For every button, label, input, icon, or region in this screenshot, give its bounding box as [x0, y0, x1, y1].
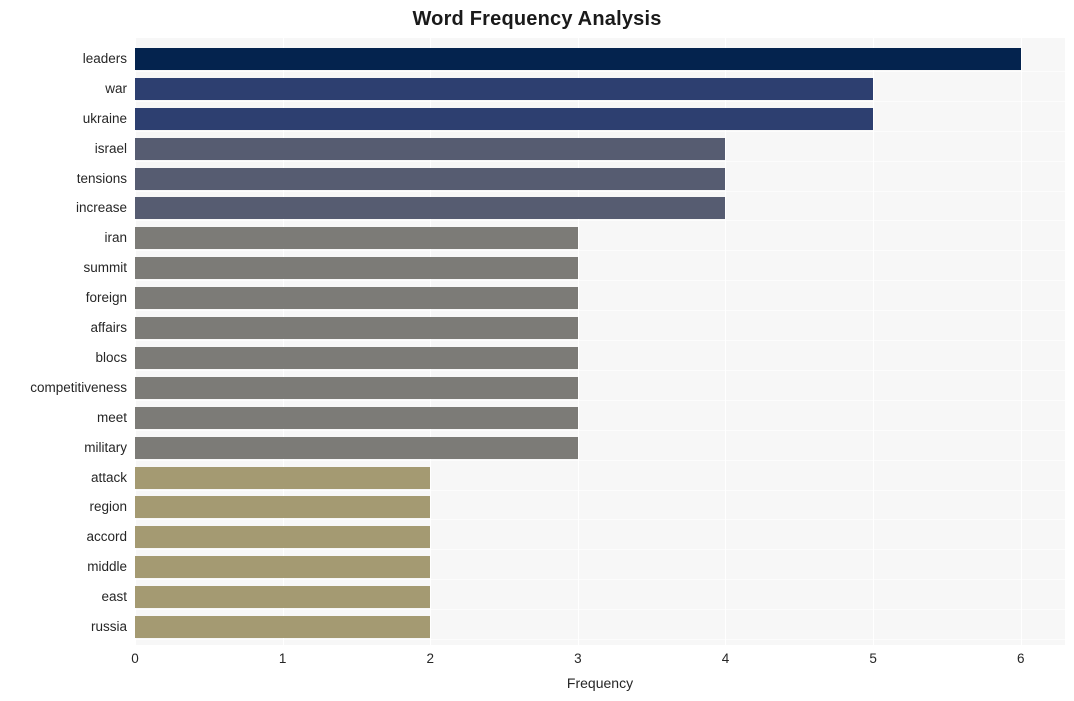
bar-leaders[interactable]	[135, 48, 1021, 70]
bar-russia[interactable]	[135, 616, 430, 638]
x-tick-label-6: 6	[1016, 651, 1025, 666]
y-tick-label-israel: israel	[94, 141, 127, 156]
chart-title: Word Frequency Analysis	[412, 8, 662, 30]
y-tick-label-military: military	[84, 440, 127, 455]
y-tick-label-attack: attack	[90, 470, 127, 485]
y-tick-label-war: war	[105, 81, 127, 96]
bar-war[interactable]	[135, 78, 873, 100]
y-tick-label-accord: accord	[86, 529, 127, 544]
bar-accord[interactable]	[135, 526, 430, 548]
bar-region[interactable]	[135, 496, 430, 518]
y-tick-label-competitiveness: competitiveness	[30, 380, 127, 395]
x-tick-label-1: 1	[278, 651, 287, 666]
bar-tensions[interactable]	[135, 168, 725, 190]
y-tick-label-increase: increase	[75, 200, 127, 215]
y-tick-label-middle: middle	[87, 559, 127, 574]
bar-foreign[interactable]	[135, 287, 578, 309]
bar-military[interactable]	[135, 437, 578, 459]
bar-summit[interactable]	[135, 257, 578, 279]
bar-middle[interactable]	[135, 556, 430, 578]
bar-increase[interactable]	[135, 197, 725, 219]
bar-blocs[interactable]	[135, 347, 578, 369]
x-tick-label-5: 5	[869, 651, 877, 666]
word-frequency-chart: Word Frequency Analysis leaders war ukrain…	[0, 0, 1074, 701]
y-tick-label-east: east	[101, 589, 127, 604]
bar-competitiveness[interactable]	[135, 377, 578, 399]
x-tick-label-2: 2	[426, 651, 434, 666]
y-tick-label-leaders: leaders	[82, 51, 127, 66]
x-axis-title: Frequency	[566, 675, 634, 691]
x-tick-label-3: 3	[574, 651, 582, 666]
y-tick-label-affairs: affairs	[90, 320, 127, 335]
bar-iran[interactable]	[135, 227, 578, 249]
y-tick-label-ukraine: ukraine	[82, 111, 127, 126]
bar-series	[135, 38, 1065, 645]
bar-israel[interactable]	[135, 138, 725, 160]
y-tick-label-tensions: tensions	[76, 171, 127, 186]
x-tick-label-4: 4	[721, 651, 730, 666]
y-tick-label-russia: russia	[90, 619, 127, 634]
bar-meet[interactable]	[135, 407, 578, 429]
y-tick-label-region: region	[89, 499, 127, 514]
plot-panel	[135, 38, 1065, 645]
bar-affairs[interactable]	[135, 317, 578, 339]
y-tick-label-foreign: foreign	[85, 290, 127, 305]
bar-ukraine[interactable]	[135, 108, 873, 130]
y-axis-tick-labels: leaders war ukraine israel tensions increase i…	[0, 38, 127, 645]
bar-east[interactable]	[135, 586, 430, 608]
x-tick-label-0: 0	[131, 651, 139, 666]
y-tick-label-blocs: blocs	[95, 350, 127, 365]
y-tick-label-meet: meet	[96, 410, 127, 425]
y-tick-label-iran: iran	[104, 230, 127, 245]
bar-attack[interactable]	[135, 467, 430, 489]
x-axis-tick-labels: 0 1 2 3 4 5 6	[131, 650, 1065, 670]
y-tick-label-summit: summit	[83, 260, 128, 275]
